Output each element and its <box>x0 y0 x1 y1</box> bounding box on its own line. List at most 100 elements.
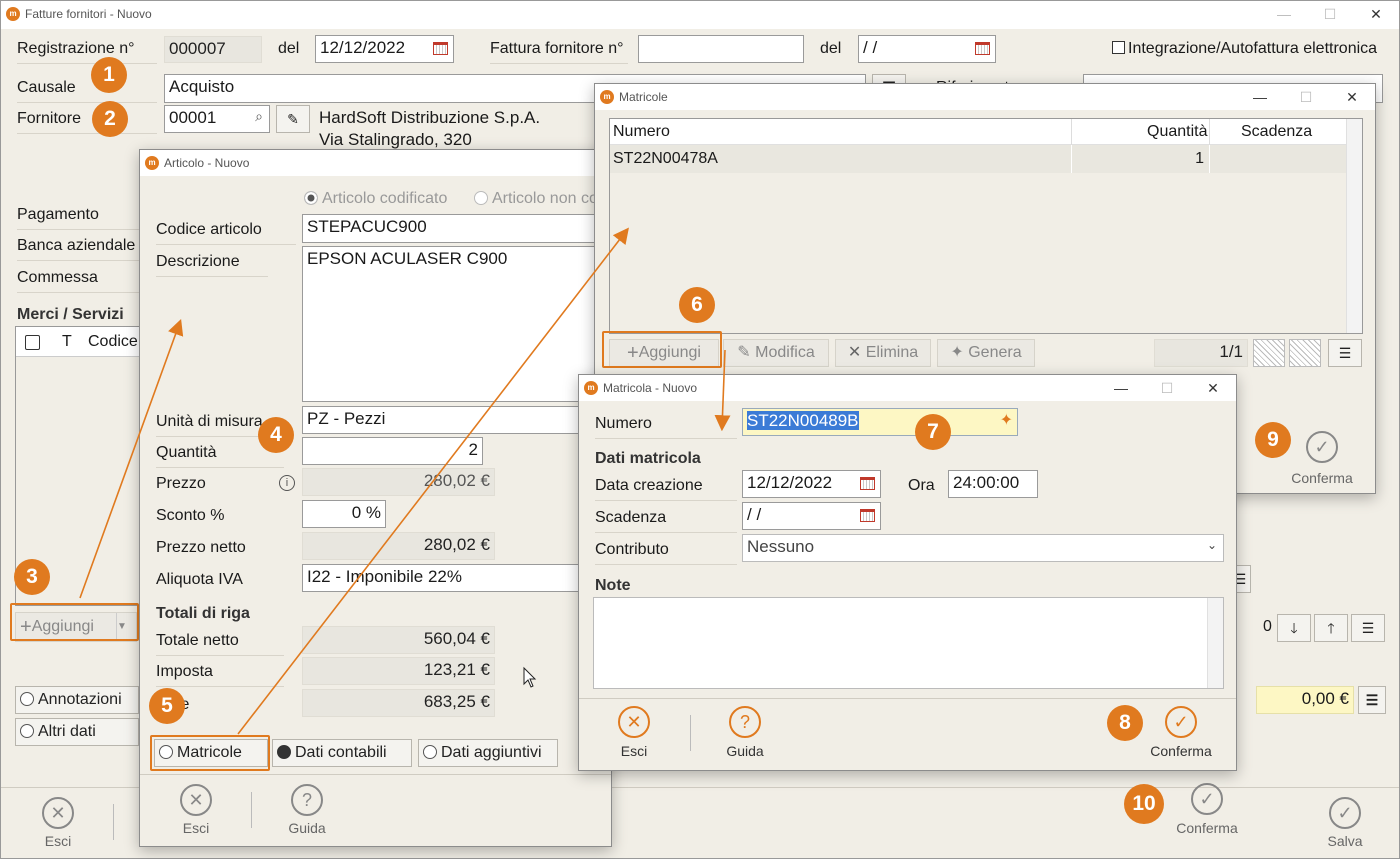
matricola-esci-icon[interactable]: ✕ <box>618 706 650 738</box>
minimize-icon[interactable]: — <box>1261 1 1307 27</box>
contributo-select[interactable]: Nessuno ⌄ <box>742 534 1224 562</box>
matricola-guida-icon[interactable]: ? <box>729 706 761 738</box>
integrazione-checkbox[interactable]: Integrazione/Autofattura elettronica <box>1112 40 1377 58</box>
aliquota-field[interactable]: I22 - Imponibile 22% <box>302 564 622 592</box>
ora-field[interactable]: 24:00:00 <box>948 470 1038 498</box>
minimize-icon[interactable]: — <box>1237 84 1283 110</box>
maximize-icon[interactable]: ☐ <box>1307 1 1353 27</box>
merci-label: Merci / Servizi <box>17 306 124 323</box>
fornitore-label: Fornitore <box>17 110 157 134</box>
totale-netto-field: 560,04 € <box>302 626 495 654</box>
numero-field[interactable]: ST22N00489B ✦ <box>742 408 1018 436</box>
articolo-conferma-label[interactable]: Conferma <box>1170 820 1244 836</box>
salva-icon[interactable]: ✓ <box>1329 797 1361 829</box>
note-field[interactable] <box>593 597 1224 689</box>
del-date-field[interactable]: 12/12/2022 <box>315 35 454 63</box>
step-badge-1: 1 <box>91 57 127 93</box>
articolo-guida-icon[interactable]: ? <box>291 784 323 816</box>
calendar-icon[interactable] <box>860 477 875 490</box>
commessa-label: Commessa <box>17 269 145 293</box>
move-down-button[interactable]: 🡓 <box>1277 614 1311 642</box>
col-divider <box>1071 119 1072 145</box>
minimize-icon[interactable]: — <box>1098 375 1144 401</box>
salva-label[interactable]: Salva <box>1321 833 1369 849</box>
sconto-field[interactable]: 0 % <box>302 500 386 528</box>
codice-field[interactable]: STEPACUC900 <box>302 214 622 243</box>
matricole-conferma-label[interactable]: Conferma <box>1285 470 1359 486</box>
tab-dati-aggiuntivi[interactable]: Dati aggiuntivi <box>418 739 558 767</box>
quantita-field[interactable]: 2 <box>302 437 483 465</box>
radio-codificato[interactable]: Articolo codificato <box>304 190 447 208</box>
aggiungi-matricola-highlight <box>602 331 722 368</box>
matricole-titlebar: m Matricole — ☐ ✕ <box>595 84 1375 110</box>
prev-page-button[interactable] <box>1253 339 1285 367</box>
matricola-footer-divider <box>690 715 691 751</box>
radio-non-codificato[interactable]: Articolo non co <box>474 190 598 208</box>
maximize-icon[interactable]: ☐ <box>1144 375 1190 401</box>
genera-button[interactable]: ✦ Genera <box>937 339 1035 367</box>
matricola-esci-label[interactable]: Esci <box>613 743 655 759</box>
note-scrollbar[interactable] <box>1207 598 1223 688</box>
matricola-conferma-label[interactable]: Conferma <box>1144 743 1218 759</box>
close-icon[interactable]: ✕ <box>1190 375 1236 401</box>
matricola-titlebar: m Matricola - Nuovo — ☐ ✕ <box>579 375 1236 401</box>
fornitore-code-field[interactable]: 00001 ⌕ <box>164 105 270 133</box>
tab-dati-contabili[interactable]: Dati contabili <box>272 739 412 767</box>
col-scadenza: Scadenza <box>1241 123 1313 140</box>
table-menu-button[interactable]: ☰ <box>1351 614 1385 642</box>
fornitore-code: 00001 <box>169 108 217 127</box>
annotazioni-tab[interactable]: Annotazioni <box>15 686 139 714</box>
radio-icon <box>20 724 34 738</box>
edit-fornitore-button[interactable]: ✎ <box>276 105 310 133</box>
select-all-checkbox[interactable] <box>25 335 40 350</box>
calendar-icon[interactable] <box>860 509 875 522</box>
matricole-menu-button[interactable]: ☰ <box>1328 339 1362 367</box>
data-creazione-field[interactable]: 12/12/2022 <box>742 470 881 498</box>
col-divider <box>1071 145 1072 173</box>
del2-date-field[interactable]: / / <box>858 35 996 63</box>
matricola-guida-label[interactable]: Guida <box>721 743 769 759</box>
calendar-icon[interactable] <box>975 42 990 55</box>
modifica-button[interactable]: ✎ Modifica <box>723 339 829 367</box>
totale-field: 683,25 € <box>302 689 495 717</box>
matricole-conferma-icon[interactable]: ✓ <box>1306 431 1338 463</box>
info-icon[interactable]: i <box>279 475 295 491</box>
next-page-button[interactable] <box>1289 339 1321 367</box>
elimina-button[interactable]: ✕ Elimina <box>835 339 931 367</box>
genera-label: Genera <box>968 344 1022 361</box>
search-icon[interactable]: ⌕ <box>255 108 263 124</box>
scadenza-field[interactable]: / / <box>742 502 881 530</box>
sparkle-icon[interactable]: ✦ <box>1000 412 1013 430</box>
tab-dati-contabili-label: Dati contabili <box>295 744 387 761</box>
main-esci-label[interactable]: Esci <box>38 833 78 849</box>
totale-netto-label: Totale netto <box>156 632 284 656</box>
del-label: del <box>278 40 300 57</box>
altri-dati-tab[interactable]: Altri dati <box>15 718 139 746</box>
descrizione-field[interactable]: EPSON ACULASER C900 <box>302 246 622 402</box>
matricole-scrollbar[interactable] <box>1346 119 1362 333</box>
descrizione-label: Descrizione <box>156 253 268 277</box>
tab-dati-aggiuntivi-label: Dati aggiuntivi <box>441 744 542 761</box>
footer-separator <box>113 804 114 840</box>
articolo-esci-icon[interactable]: ✕ <box>180 784 212 816</box>
articolo-conferma-icon[interactable]: ✓ <box>1191 783 1223 815</box>
calendar-icon[interactable] <box>433 42 448 55</box>
arrow-up-icon: 🡑 <box>1327 620 1335 636</box>
articolo-esci-label[interactable]: Esci <box>174 820 218 836</box>
close-icon[interactable]: ✕ <box>1329 84 1375 110</box>
table-row[interactable]: ST22N00478A 1 <box>610 145 1347 173</box>
step-badge-8: 8 <box>1107 705 1143 741</box>
fattura-field[interactable] <box>638 35 804 63</box>
note-label: Note <box>595 577 631 594</box>
articolo-window: m Articolo - Nuovo Articolo codificato A… <box>139 149 622 847</box>
main-esci-icon[interactable]: ✕ <box>42 797 74 829</box>
app-logo-icon: m <box>6 7 20 21</box>
maximize-icon[interactable]: ☐ <box>1283 84 1329 110</box>
close-icon[interactable]: ✕ <box>1353 1 1399 27</box>
totale-menu-button[interactable]: ☰ <box>1358 686 1386 714</box>
articolo-guida-label[interactable]: Guida <box>282 820 332 836</box>
unita-field[interactable]: PZ - Pezzi <box>302 406 622 434</box>
matricole-header: Numero Quantità Scadenza <box>610 119 1347 145</box>
move-up-button[interactable]: 🡑 <box>1314 614 1348 642</box>
matricola-conferma-icon[interactable]: ✓ <box>1165 706 1197 738</box>
